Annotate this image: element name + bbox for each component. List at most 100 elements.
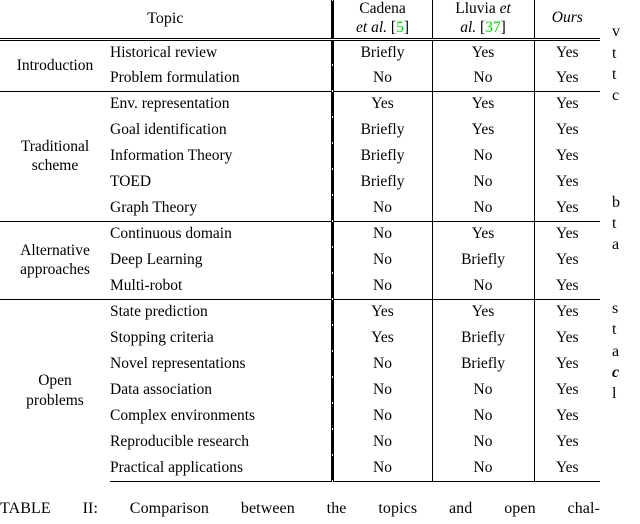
topic-name-cell: TOED <box>110 169 333 196</box>
value-cell-ours: Yes <box>533 117 601 144</box>
table-row: Introduction Historical review Briefly Yes Y… <box>0 39 601 74</box>
caption-text: TABLE II: Comparison between the topics … <box>0 500 600 517</box>
value-cell-ours: Yes <box>533 39 601 66</box>
value-cell-lluvia: No <box>431 195 535 222</box>
margin-text-line <box>612 256 640 277</box>
value-cell-lluvia: No <box>431 169 535 196</box>
topic-name-cell: Problem formulation <box>110 65 333 92</box>
table-row: Open problems State prediction Yes Yes Yes <box>0 298 601 482</box>
margin-text-line: t <box>612 214 617 232</box>
table-caption: TABLE II: Comparison between the topics … <box>0 500 600 518</box>
value-cell-ours: Yes <box>533 195 601 222</box>
topic-group-label-line1: Open <box>38 372 72 390</box>
value-cell-cadena: No <box>330 195 433 222</box>
margin-text-line: c <box>612 364 620 382</box>
value-cell-lluvia: Yes <box>431 117 535 144</box>
value-cell-ours: Yes <box>533 65 601 92</box>
margin-text-line <box>612 277 640 298</box>
topic-group-label-line1: Alternative <box>20 241 90 259</box>
margin-text-line <box>612 0 640 21</box>
header-lluvia-et: et <box>499 0 511 17</box>
adjacent-column-text-fragment: vttcbtastacl <box>612 0 640 524</box>
value-cell-cadena: No <box>330 403 433 430</box>
topic-name-cell: Stopping criteria <box>110 325 333 352</box>
topic-name-cell: Novel representations <box>110 351 333 378</box>
value-cell-lluvia: Briefly <box>431 247 535 274</box>
topic-name-cell: State prediction <box>110 298 333 326</box>
topic-group-label-line2: scheme <box>31 157 79 175</box>
header-lluvia-al: al. <box>460 18 477 36</box>
header-ours: Ours <box>533 0 601 41</box>
header-cadena-name: Cadena <box>359 0 406 17</box>
value-cell-ours: Yes <box>533 325 601 352</box>
topic-name-cell: Reproducible research <box>110 429 333 456</box>
value-cell-ours: Yes <box>533 298 601 326</box>
value-cell-lluvia: Yes <box>431 39 535 66</box>
header-lluvia: Lluvia et al. [37] <box>431 0 535 41</box>
topic-name-cell: Historical review <box>110 39 333 66</box>
topic-name-cell: Goal identification <box>110 117 333 144</box>
topic-group-label: Introduction <box>16 57 94 75</box>
margin-text-line <box>612 149 640 170</box>
value-cell-ours: Yes <box>533 169 601 196</box>
header-lluvia-name: Lluvia <box>455 0 496 17</box>
topic-group-label-line2: approaches <box>20 261 90 279</box>
value-cell-ours: Yes <box>533 377 601 404</box>
table-body: Introduction Historical review Briefly Yes Y… <box>0 39 601 482</box>
value-cell-cadena: No <box>330 351 433 378</box>
value-cell-cadena: Yes <box>330 90 433 118</box>
value-cell-cadena: Yes <box>330 325 433 352</box>
margin-text-line <box>612 170 640 191</box>
value-cell-ours: Yes <box>533 403 601 430</box>
value-cell-ours: Yes <box>533 273 601 300</box>
value-cell-cadena: No <box>330 429 433 456</box>
margin-text-line: b <box>612 193 620 211</box>
citation-link-5[interactable]: 5 <box>396 19 404 36</box>
header-lluvia-bracket-close: ] <box>500 18 506 36</box>
value-cell-cadena: No <box>330 65 433 92</box>
value-cell-ours: Yes <box>533 247 601 274</box>
margin-text-line <box>612 128 640 149</box>
topic-name-cell: Information Theory <box>110 143 333 170</box>
topic-name-cell: Data association <box>110 377 333 404</box>
header-cadena: Cadena et al. [5] <box>330 0 433 41</box>
table-header: Topic Cadena et al. [5] Lluvia et al. [3… <box>0 0 601 41</box>
value-cell-ours: Yes <box>533 143 601 170</box>
topic-name-cell: Continuous domain <box>110 220 333 248</box>
value-cell-lluvia: Briefly <box>431 351 535 378</box>
value-cell-cadena: No <box>330 247 433 274</box>
citation-link-37[interactable]: 37 <box>485 19 501 36</box>
margin-text-line: t <box>612 321 617 339</box>
header-cadena-etal: et al. <box>356 18 388 36</box>
topic-group-label-line1: Traditional <box>20 137 90 155</box>
value-cell-cadena: Briefly <box>330 169 433 196</box>
value-cell-cadena: Briefly <box>330 143 433 170</box>
margin-text-line: a <box>612 236 620 254</box>
value-cell-ours: Yes <box>533 351 601 378</box>
table-row: Alternative approaches Continuous domain No… <box>0 220 601 300</box>
topic-name-cell: Deep Learning <box>110 247 333 274</box>
header-topic: Topic <box>0 0 333 41</box>
paper-table-figure: Topic Cadena et al. [5] Lluvia et al. [3… <box>0 0 640 524</box>
margin-text-line: t <box>612 65 617 83</box>
value-cell-cadena: No <box>330 273 433 300</box>
topic-group-label: Open problems <box>0 298 110 482</box>
margin-text-line: s <box>612 300 619 318</box>
value-cell-lluvia: No <box>431 273 535 300</box>
topic-group-label-line2: problems <box>26 391 84 409</box>
margin-text-line <box>612 106 640 127</box>
topic-name-cell: Multi-robot <box>110 273 333 300</box>
header-cadena-bracket-close: ] <box>403 18 409 36</box>
value-cell-lluvia: Yes <box>431 90 535 118</box>
value-cell-lluvia: Briefly <box>431 325 535 352</box>
margin-text-line: a <box>612 342 620 360</box>
topic-group-label: Alternative approaches <box>0 220 110 300</box>
value-cell-ours: Yes <box>533 90 601 118</box>
value-cell-lluvia: No <box>431 429 535 456</box>
value-cell-ours: Yes <box>533 429 601 456</box>
margin-text-line: t <box>612 44 617 62</box>
value-cell-ours: Yes <box>533 455 601 482</box>
margin-text-line: c <box>612 87 620 105</box>
value-cell-cadena: Briefly <box>330 39 433 66</box>
topic-name-cell: Env. representation <box>110 90 333 118</box>
